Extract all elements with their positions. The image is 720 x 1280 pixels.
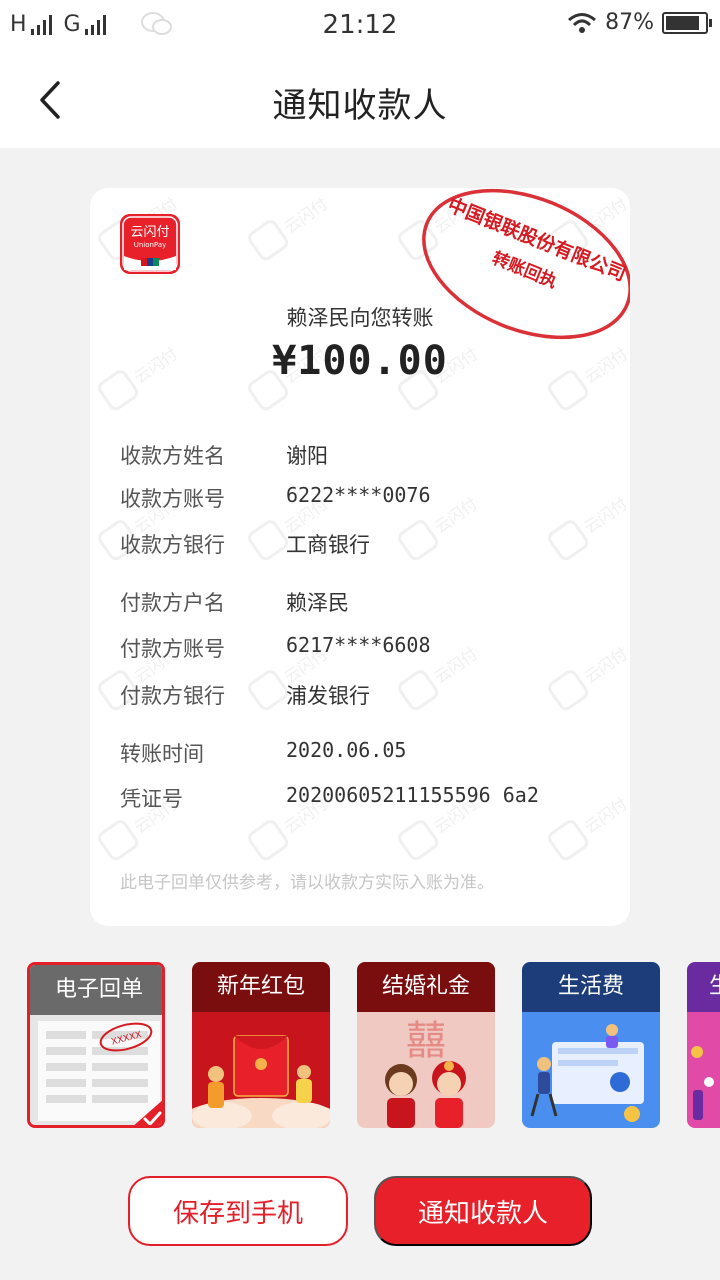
nav-bar: 通知收款人 (0, 52, 720, 148)
watermark-tile: 云闪付 (248, 194, 331, 261)
logo-text: 云闪付 (130, 225, 169, 240)
field-value: 工商银行 (286, 533, 370, 557)
template-label: 新年红包 (192, 962, 330, 1012)
receipt-template-list: 电子回单 XXXXX 新年红包 结婚礼金 囍 生活费 (0, 962, 720, 1130)
template-wedding-gift[interactable]: 结婚礼金 囍 (357, 962, 495, 1128)
field-value: 浦发银行 (286, 684, 370, 708)
field-label: 收款方账号 (120, 487, 225, 511)
sender-line: 赖泽民向您转账 (286, 306, 434, 330)
field-label: 转账时间 (120, 742, 204, 766)
field-label: 付款方户名 (120, 591, 225, 615)
template-label: 生 (687, 962, 720, 1012)
field-row: 付款方账号 6217****6608 (120, 633, 620, 663)
notify-payee-button[interactable]: 通知收款人 (374, 1176, 592, 1246)
transfer-amount: ¥100.00 (272, 338, 448, 384)
page-title: 通知收款人 (272, 86, 448, 126)
status-bar: H G 21:12 87% (0, 0, 720, 52)
red-packet-illustration-icon (192, 1012, 330, 1128)
party-illustration-icon (687, 1012, 720, 1128)
field-row: 收款方姓名 谢阳 (120, 440, 620, 470)
field-row: 付款方户名 赖泽民 (120, 587, 620, 617)
field-row: 收款方银行 工商银行 (120, 529, 620, 559)
status-right: 87% (567, 10, 712, 35)
template-partial-next[interactable]: 生 (687, 962, 720, 1128)
living-expenses-illustration-icon (522, 1012, 660, 1128)
logo-subtext: UnionPay (134, 241, 167, 249)
field-row: 付款方银行 浦发银行 (120, 680, 620, 710)
field-value: 2020.06.05 (286, 738, 407, 762)
template-label: 结婚礼金 (357, 962, 495, 1012)
template-living-expenses[interactable]: 生活费 (522, 962, 660, 1128)
field-label: 收款方银行 (120, 533, 225, 557)
field-label: 收款方姓名 (120, 444, 225, 468)
template-label: 生活费 (522, 962, 660, 1012)
svg-text:囍: 囍 (406, 1018, 446, 1064)
receipt-card: 云闪付 云闪付 云闪付 云闪付 云闪付 云闪付 云闪付 云闪付 云闪付 云闪付 云闪付 云闪付 云闪付云… (90, 188, 630, 926)
field-value: 6222****0076 (286, 483, 431, 507)
battery-percent: 87% (605, 10, 654, 35)
field-row: 凭证号 20200605211155596 6a2 (120, 783, 620, 813)
field-value: 6217****6608 (286, 633, 431, 657)
field-label: 凭证号 (120, 787, 183, 811)
field-value: 谢阳 (286, 444, 328, 468)
save-to-phone-button[interactable]: 保存到手机 (128, 1176, 348, 1246)
wedding-couple-illustration-icon: 囍 (357, 1012, 495, 1128)
field-value: 20200605211155596 6a2 (286, 783, 539, 807)
field-label: 付款方银行 (120, 684, 225, 708)
field-row: 转账时间 2020.06.05 (120, 738, 620, 768)
field-label: 付款方账号 (120, 637, 225, 661)
template-label: 电子回单 (30, 965, 162, 1015)
selected-check-icon (134, 1100, 162, 1125)
field-row: 收款方账号 6222****0076 (120, 483, 620, 513)
watermark-text: 云闪付 (281, 194, 331, 237)
field-value: 赖泽民 (286, 591, 349, 615)
battery-icon (662, 11, 712, 34)
disclaimer-text: 此电子回单仅供参考，请以收款方实际入账为准。 (120, 873, 494, 893)
template-e-receipt[interactable]: 电子回单 XXXXX (27, 962, 165, 1128)
unionpay-logo-icon: 云闪付 UnionPay (120, 214, 180, 274)
wifi-icon (568, 12, 597, 33)
template-new-year-red-packet[interactable]: 新年红包 (192, 962, 330, 1128)
